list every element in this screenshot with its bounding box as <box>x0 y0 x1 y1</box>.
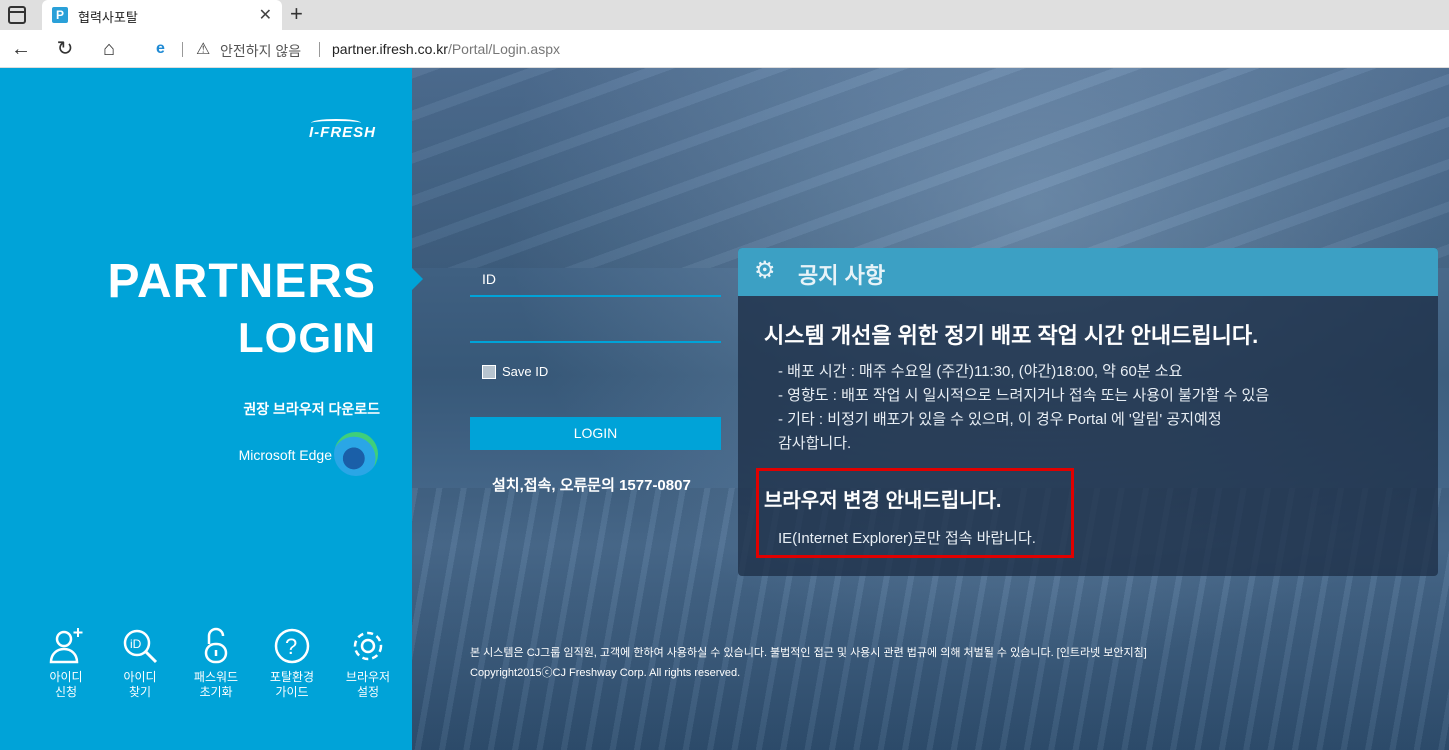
quick-link-portal-guide[interactable]: ? 포탈환경 가이드 <box>262 626 322 700</box>
quick-link-label: 아이디 신청 <box>49 670 83 699</box>
login-page: I-FRESH PARTNERS LOGIN 권장 브라우저 다운로드 Micr… <box>0 68 1449 750</box>
highlight-box <box>756 468 1074 558</box>
quick-link-label: 포탈환경 가이드 <box>269 670 315 699</box>
favicon-icon: P <box>52 7 68 23</box>
recommended-browser-label: 권장 브라우저 다운로드 <box>243 401 380 417</box>
support-phone: 설치,접속, 오류문의 1577-0807 <box>492 477 691 494</box>
quick-link-browser-settings[interactable]: 브라우저 설정 <box>338 626 398 700</box>
notice-header: ⚙ 공지 사항 <box>738 248 1438 296</box>
panel-pointer <box>412 268 423 290</box>
gear-icon <box>348 626 388 666</box>
svg-text:?: ? <box>285 634 297 659</box>
quick-link-label: 브라우저 설정 <box>345 670 391 699</box>
notice-line: - 배포 시간 : 매주 수요일 (주간)11:30, (야간)18:00, 약… <box>778 363 1183 380</box>
back-icon[interactable]: ← <box>8 36 34 62</box>
title-partners: PARTNERS <box>107 255 376 308</box>
url-host: partner.ifresh.co.kr <box>332 41 448 57</box>
ie-mode-icon[interactable]: e <box>156 40 165 58</box>
tab-bar: P 협력사포탈 ✕ + <box>0 0 1449 30</box>
warning-icon[interactable]: ⚠ <box>196 39 210 59</box>
login-button[interactable]: LOGIN <box>470 417 721 450</box>
quick-link-label: 아이디 찾기 <box>123 670 157 699</box>
id-underline <box>470 295 721 297</box>
tab-title: 협력사포탈 <box>78 10 138 25</box>
home-icon[interactable]: ⌂ <box>96 36 122 62</box>
tab-active[interactable]: P 협력사포탈 ✕ <box>42 0 282 30</box>
save-id-checkbox[interactable] <box>482 365 496 379</box>
quick-link-id-find[interactable]: iD 아이디 찾기 <box>110 626 170 700</box>
notice-line: - 영향도 : 배포 작업 시 일시적으로 느려지거나 접속 또는 사용이 불가… <box>778 387 1270 404</box>
edge-logo-icon[interactable] <box>334 432 378 476</box>
refresh-icon[interactable]: ↻ <box>52 36 78 62</box>
quick-link-label: 패스워드 초기화 <box>193 670 239 699</box>
url-text[interactable]: partner.ifresh.co.kr/Portal/Login.aspx <box>332 41 560 57</box>
svg-text:iD: iD <box>130 637 142 651</box>
divider <box>182 42 183 57</box>
background-roof <box>412 68 1449 268</box>
navigation-bar: ← ↻ ⌂ e ⚠ 안전하지 않음 partner.ifresh.co.kr/P… <box>0 30 1449 68</box>
title-login: LOGIN <box>238 314 376 361</box>
ifresh-logo: I-FRESH <box>309 119 376 141</box>
tab-actions-icon[interactable] <box>8 6 26 24</box>
user-add-icon <box>46 626 86 666</box>
left-panel: I-FRESH PARTNERS LOGIN 권장 브라우저 다운로드 Micr… <box>0 68 412 750</box>
save-id-label[interactable]: Save ID <box>502 364 548 379</box>
divider <box>319 42 320 57</box>
password-input[interactable] <box>470 341 721 343</box>
gear-icon: ⚙ <box>754 257 776 284</box>
new-tab-icon[interactable]: + <box>290 2 303 26</box>
notice-line: - 기타 : 비정기 배포가 있을 수 있으며, 이 경우 Portal 에 '… <box>778 411 1222 428</box>
notice-title: 공지 사항 <box>798 263 886 288</box>
quick-link-id-request[interactable]: 아이디 신청 <box>36 626 96 700</box>
notice-heading: 시스템 개선을 위한 정기 배포 작업 시간 안내드립니다. <box>764 323 1259 348</box>
edge-download-link[interactable]: Microsoft Edge <box>239 447 332 463</box>
lock-icon <box>196 626 236 666</box>
footer-notice: 본 시스템은 CJ그룹 임직원, 고객에 한하여 사용하실 수 있습니다. 불법… <box>470 647 1147 659</box>
help-icon: ? <box>272 626 312 666</box>
quick-links: 아이디 신청 iD 아이디 찾기 패스워드 초기화 ? 포탈환경 가이드 브라우… <box>30 626 400 706</box>
id-search-icon: iD <box>120 626 160 666</box>
security-label[interactable]: 안전하지 않음 <box>220 41 301 61</box>
url-path: /Portal/Login.aspx <box>447 41 561 57</box>
close-icon[interactable]: ✕ <box>259 5 272 25</box>
quick-link-password-reset[interactable]: 패스워드 초기화 <box>186 626 246 700</box>
notice-line: 감사합니다. <box>778 435 852 452</box>
id-input[interactable]: ID <box>482 271 496 287</box>
address-bar[interactable]: e ⚠ 안전하지 않음 partner.ifresh.co.kr/Portal/… <box>142 34 1442 64</box>
footer-copyright: Copyright2015ⓒCJ Freshway Corp. All righ… <box>470 667 741 679</box>
